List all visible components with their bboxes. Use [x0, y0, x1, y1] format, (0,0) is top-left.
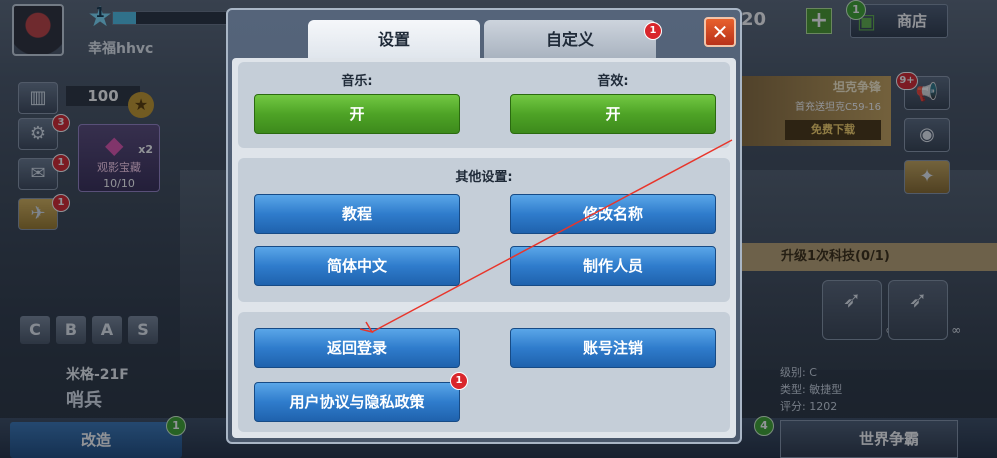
other-settings-section: 其他设置: 教程 修改名称 简体中文 制作人员: [238, 158, 730, 302]
dialog-content: 音乐: 音效: 开 开 其他设置: 教程 修改名称 简体中文 制作人员 返回登录…: [232, 58, 736, 438]
other-settings-label: 其他设置:: [455, 170, 513, 185]
account-section: 返回登录 账号注销 用户协议与隐私政策 1: [238, 312, 730, 432]
tutorial-button[interactable]: 教程: [254, 194, 460, 234]
close-button[interactable]: ✕: [704, 17, 736, 47]
tab-customize-label: 自定义: [545, 30, 594, 49]
delete-account-button[interactable]: 账号注销: [510, 328, 716, 368]
audio-section: 音乐: 音效: 开 开: [238, 62, 730, 148]
tab-settings[interactable]: 设置: [308, 20, 480, 60]
return-login-button[interactable]: 返回登录: [254, 328, 460, 368]
tab-customize[interactable]: 自定义 1: [484, 20, 662, 60]
close-icon: ✕: [711, 20, 729, 44]
language-button[interactable]: 简体中文: [254, 246, 460, 286]
rename-button[interactable]: 修改名称: [510, 194, 716, 234]
customize-badge: 1: [644, 22, 662, 40]
sfx-label: 音效:: [597, 74, 629, 89]
privacy-badge: 1: [450, 372, 468, 390]
privacy-policy-button[interactable]: 用户协议与隐私政策: [254, 382, 460, 422]
music-label: 音乐:: [341, 74, 373, 89]
sfx-toggle[interactable]: 开: [510, 94, 716, 134]
dialog-tabs: 设置 自定义 1: [308, 20, 662, 60]
music-toggle[interactable]: 开: [254, 94, 460, 134]
credits-button[interactable]: 制作人员: [510, 246, 716, 286]
settings-dialog: 设置 自定义 1 ✕ 音乐: 音效: 开 开 其他设置: 教程 修改名称 简体中…: [226, 8, 742, 444]
